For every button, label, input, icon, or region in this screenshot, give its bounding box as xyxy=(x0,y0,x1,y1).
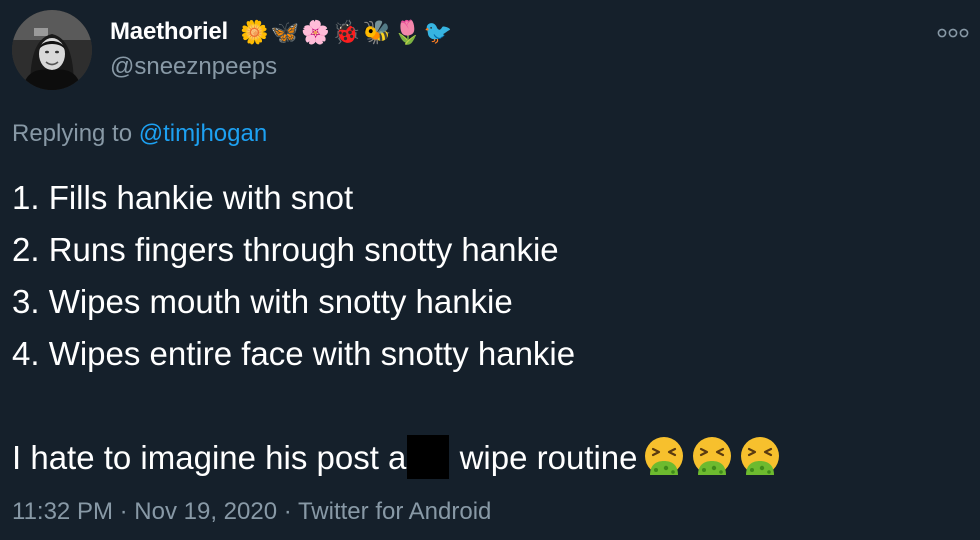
tweet-meta: 11:32 PM · Nov 19, 2020 · Twitter for An… xyxy=(12,498,491,526)
tweet-closing-line: I hate to imagine his post a wipe routin… xyxy=(12,432,962,484)
vomiting-face-icon xyxy=(738,435,782,494)
user-handle[interactable]: @sneeznpeeps xyxy=(110,53,277,81)
more-options-icon[interactable] xyxy=(936,26,970,40)
avatar[interactable] xyxy=(12,10,92,90)
vomiting-face-icon xyxy=(690,435,734,494)
display-name-row: Maethoriel 🌼🦋🌸🐞🐝🌷🐦 xyxy=(110,14,455,50)
tweet-time[interactable]: 11:32 PM xyxy=(12,498,113,525)
display-name[interactable]: Maethoriel xyxy=(110,18,228,46)
tweet-line: 1. Fills hankie with snot xyxy=(12,179,354,216)
tweet-line: 4. Wipes entire face with snotty hankie xyxy=(12,335,576,372)
replying-to-label: Replying to xyxy=(12,120,139,147)
redaction-box xyxy=(407,435,450,479)
tweet: Maethoriel 🌼🦋🌸🐞🐝🌷🐦 @sneeznpeeps Replying… xyxy=(0,0,980,540)
replying-to: Replying to @timjhogan xyxy=(12,120,267,148)
tweet-line: 3. Wipes mouth with snotty hankie xyxy=(12,283,513,320)
closing-text-before: I hate to imagine his post a xyxy=(12,439,407,476)
closing-text-after: wipe routine xyxy=(450,439,638,476)
name-emojis: 🌼🦋🌸🐞🐝🌷🐦 xyxy=(240,19,455,46)
vomiting-face-icon xyxy=(642,435,686,494)
reply-mention-link[interactable]: @timjhogan xyxy=(139,120,267,147)
meta-separator: · xyxy=(277,498,298,525)
meta-separator: · xyxy=(112,498,135,525)
tweet-source[interactable]: Twitter for Android xyxy=(298,498,491,525)
vomiting-emoji-group xyxy=(638,437,782,476)
tweet-line: 2. Runs fingers through snotty hankie xyxy=(12,231,559,268)
tweet-date[interactable]: Nov 19, 2020 xyxy=(134,498,277,525)
tweet-text: 1. Fills hankie with snot 2. Runs finger… xyxy=(12,172,962,484)
